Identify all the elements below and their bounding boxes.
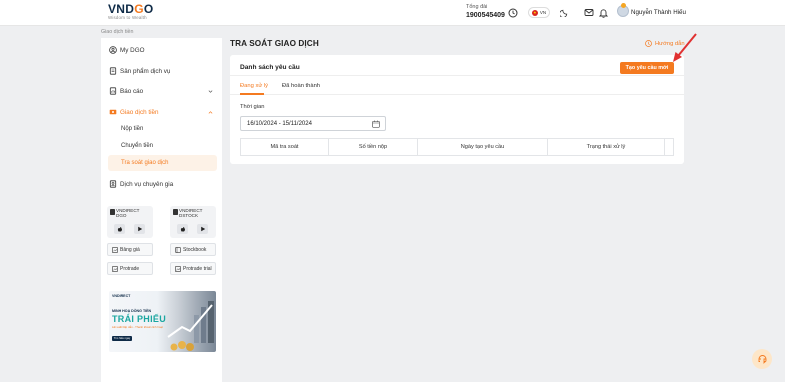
trade-icon	[175, 266, 181, 272]
support-chat-button[interactable]	[752, 349, 772, 369]
banner-line1: MINH HOẠ DÒNG TIỀN	[112, 309, 152, 313]
google-play-button[interactable]	[197, 224, 208, 234]
document-icon	[109, 67, 117, 75]
growth-chart-illustration	[167, 301, 214, 351]
sidebar-item-my-dgo[interactable]: My DGO	[101, 41, 222, 59]
request-list-card: Danh sách yêu cầu Tạo yêu cầu mới Đang x…	[230, 55, 684, 164]
chart-icon	[112, 247, 118, 253]
clock-icon[interactable]	[507, 7, 518, 18]
requests-table-header: Mã tra soát Số tiền nộp Ngày tạo yêu cầu…	[240, 138, 674, 156]
column-header[interactable]: Mã tra soát	[241, 139, 329, 155]
protrade-link[interactable]: Protrade	[107, 262, 153, 275]
logo-text: VNDGO	[108, 2, 154, 16]
app-store-button[interactable]	[114, 224, 125, 234]
date-range-value: 16/10/2024 - 15/11/2024	[247, 120, 312, 127]
apple-icon	[180, 227, 185, 232]
sidebar-subitem-label: Nộp tiền	[121, 126, 144, 132]
trade-icon	[112, 266, 118, 272]
google-play-button[interactable]	[134, 224, 145, 234]
sidebar-item-expert-services[interactable]: Dịch vụ chuyên gia	[101, 175, 222, 193]
hotline-number: 1900545409	[466, 12, 505, 19]
tool-label: Protrade trial	[183, 265, 212, 272]
sidebar: My DGO Sản phẩm dịch vụ Báo cáo Giao dịc…	[101, 38, 222, 382]
page-title: TRA SOÁT GIAO DỊCH	[230, 39, 319, 48]
bond-promo-banner[interactable]: VNDIRECT MINH HOẠ DÒNG TIỀN TRÁI PHIẾU L…	[109, 291, 216, 352]
report-icon	[109, 87, 117, 95]
red-annotation-arrow-icon	[673, 33, 697, 62]
protrade-trial-link[interactable]: Protrade trial	[170, 262, 216, 275]
banner-headline: TRÁI PHIẾU	[112, 314, 167, 324]
hotline: Tổng đài 1900545409	[466, 4, 505, 20]
sidebar-subitem-transfer[interactable]: Chuyển tiền	[101, 138, 222, 154]
dark-mode-icon[interactable]	[559, 7, 570, 18]
tab-completed[interactable]: Đã hoàn thành	[282, 83, 320, 89]
app-card-dgo: VNDIRECT DGO	[107, 206, 153, 238]
vndgo-logo[interactable]: VNDGO Wisdom to Wealth	[108, 3, 158, 23]
price-board-link[interactable]: Bảng giá	[107, 243, 153, 256]
column-header[interactable]: Trạng thái xử lý	[548, 139, 665, 155]
app-name: VNDIRECT DSTOCK	[179, 208, 203, 218]
sidebar-subitem-transaction-inquiry[interactable]: Tra soát giao dịch	[108, 155, 217, 171]
sidebar-item-money-transactions[interactable]: Giao dịch tiền	[101, 103, 222, 121]
sidebar-item-products[interactable]: Sản phẩm dịch vụ	[101, 62, 222, 80]
sidebar-item-label: Giao dịch tiền	[120, 108, 159, 116]
mail-icon[interactable]	[583, 7, 594, 18]
stockbook-link[interactable]: Stockbook	[170, 243, 216, 256]
app-name: VNDIRECT DGO	[116, 208, 140, 218]
banner-logo: VNDIRECT	[112, 294, 131, 298]
card-title: Danh sách yêu cầu	[240, 64, 300, 71]
tab-divider	[230, 94, 684, 95]
money-icon	[109, 109, 117, 115]
breadcrumb[interactable]: Giao dịch tiền	[101, 29, 133, 35]
tool-label: Protrade	[120, 265, 140, 272]
vndirect-logo-icon	[110, 209, 115, 215]
vip-badge-icon	[621, 3, 626, 8]
vietnam-flag-icon	[531, 9, 538, 16]
play-store-icon	[137, 226, 142, 232]
banner-subtext: Lãi suất hấp dẫn - Thanh khoản linh hoạt	[112, 325, 163, 329]
sidebar-subitem-label: Tra soát giao dịch	[121, 160, 169, 166]
column-header[interactable]: Ngày tạo yêu cầu	[418, 139, 548, 155]
chat-icon	[758, 354, 766, 363]
date-range-input[interactable]: 16/10/2024 - 15/11/2024	[240, 116, 386, 131]
column-header[interactable]: Số tiền nộp	[329, 139, 418, 155]
hotline-label: Tổng đài	[466, 4, 488, 10]
card-header: Danh sách yêu cầu Tạo yêu cầu mới	[230, 55, 684, 76]
book-icon	[175, 247, 181, 253]
calendar-icon[interactable]	[372, 120, 380, 128]
chevron-down-icon	[208, 89, 213, 93]
apple-icon	[117, 227, 122, 232]
language-label: VN	[539, 10, 547, 15]
column-header-spacer	[665, 139, 673, 155]
user-circle-icon	[109, 46, 117, 54]
language-switch[interactable]: VN	[528, 7, 550, 18]
date-range-label: Thời gian	[240, 104, 265, 110]
play-store-icon	[200, 226, 205, 232]
top-bar: VNDGO Wisdom to Wealth Tổng đài 19005454…	[0, 0, 785, 26]
sidebar-item-label: My DGO	[120, 46, 145, 54]
active-tab-indicator	[240, 93, 264, 95]
sidebar-item-label: Dịch vụ chuyên gia	[120, 180, 174, 188]
tool-label: Stockbook	[183, 246, 207, 253]
app-store-button[interactable]	[177, 224, 188, 234]
tab-processing[interactable]: Đang xử lý	[240, 83, 268, 89]
username[interactable]: Nguyễn Thành Hiếu	[631, 9, 686, 16]
vndirect-logo-icon	[173, 209, 178, 215]
sidebar-item-reports[interactable]: Báo cáo	[101, 82, 222, 100]
banner-cta-button[interactable]: Tìm hiểu ngay	[112, 336, 132, 341]
sidebar-subitem-label: Chuyển tiền	[121, 143, 154, 149]
tool-label: Bảng giá	[120, 246, 140, 253]
sidebar-subitem-deposit[interactable]: Nộp tiền	[101, 121, 222, 137]
sidebar-item-label: Sản phẩm dịch vụ	[120, 67, 171, 75]
bell-icon[interactable]	[598, 7, 609, 18]
app-card-dstock: VNDIRECT DSTOCK	[170, 206, 216, 238]
chevron-up-icon	[208, 110, 213, 114]
expert-icon	[109, 180, 117, 188]
sidebar-item-label: Báo cáo	[120, 87, 144, 95]
